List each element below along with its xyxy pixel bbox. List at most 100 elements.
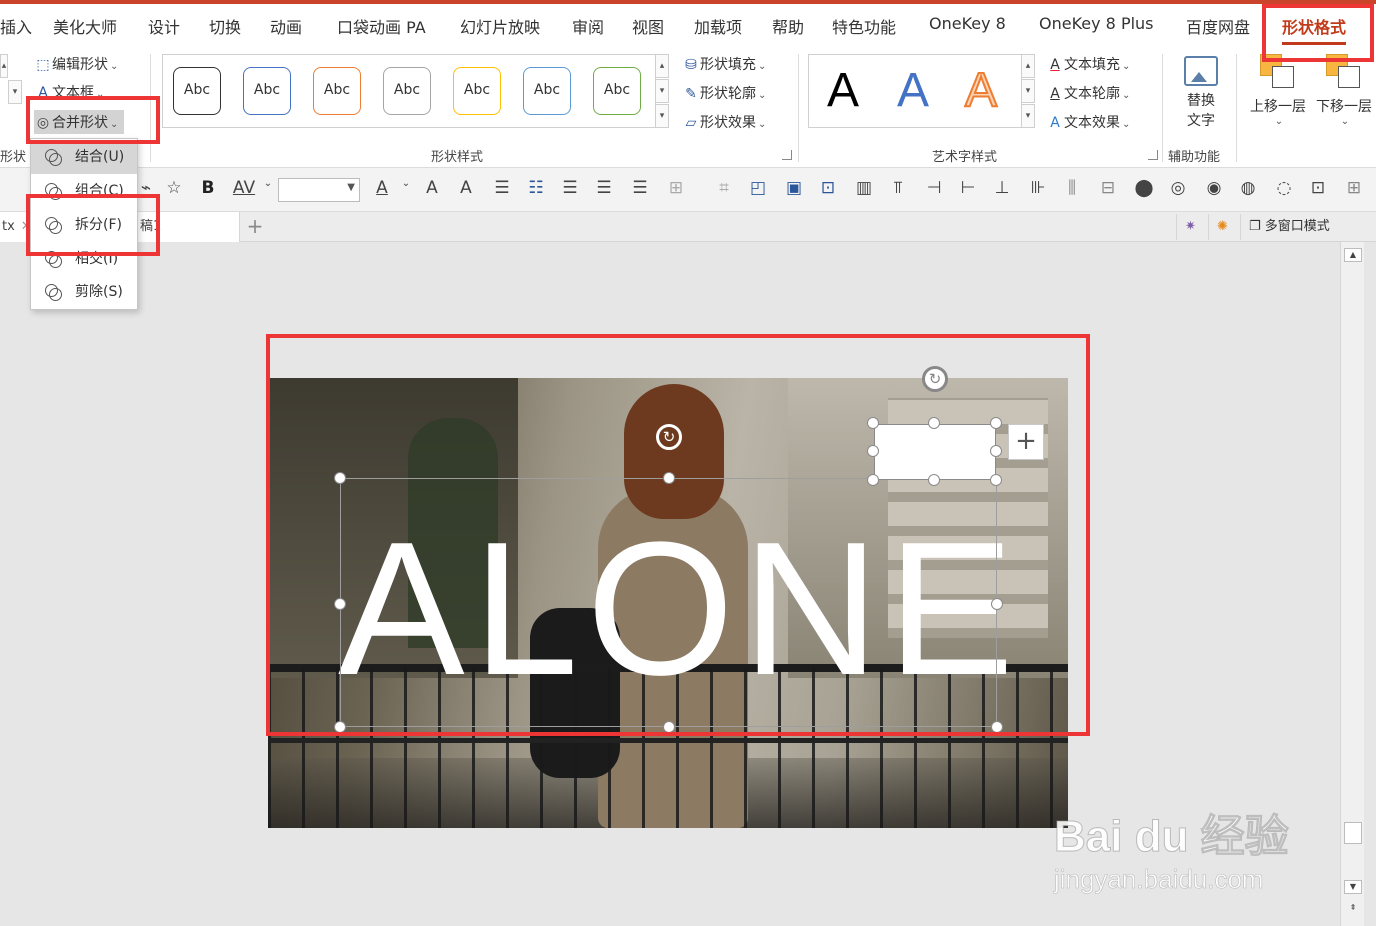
tab-baidu-netdisk[interactable]: 百度网盘 (1186, 14, 1250, 38)
multi-window-button[interactable]: ❐ 多窗口模式 (1240, 214, 1338, 240)
magic-icon[interactable]: ✷ (1176, 214, 1204, 240)
send-backward-button[interactable]: 下移一层 ⌄ (1312, 54, 1376, 138)
align-left-icon[interactable]: ☰ (592, 178, 616, 198)
wordart-dialog-launcher[interactable] (1148, 150, 1158, 160)
document-tab-bar: tx ✕ 稿1 + ✷ ✺ ❐ 多窗口模式 (0, 212, 1376, 242)
shape-fill-button[interactable]: ⛁ 形状填充 ⌄ (682, 54, 766, 74)
chevron-down-icon: ⌄ (1274, 116, 1284, 127)
ribbon-separator (1162, 54, 1163, 162)
ungroup-icon[interactable]: ⊞ (1342, 178, 1366, 198)
wordart-gallery: A A A (808, 54, 1022, 128)
font-size-select[interactable]: ▼ (278, 178, 360, 202)
shape-style-swatch[interactable]: Abc (383, 67, 431, 115)
menu-item-subtract[interactable]: 剪除(S) (31, 276, 137, 309)
shape-insert-icon[interactable]: ◰ (746, 178, 770, 198)
tab-onekey-8-plus[interactable]: OneKey 8 Plus (1039, 14, 1154, 33)
styles-scroll-down[interactable]: ▾ (655, 79, 669, 103)
shape-fill-label: 形状填充 (700, 57, 756, 73)
wordart-more[interactable]: ▾ (1021, 104, 1035, 128)
shape-styles-dialog-launcher[interactable] (782, 150, 792, 160)
subtract-icon[interactable]: ◌ (1272, 178, 1296, 198)
shape-style-swatch[interactable]: Abc (313, 67, 361, 115)
shape-style-swatch[interactable]: Abc (243, 67, 291, 115)
text-frame-icon[interactable]: ▣ (782, 178, 806, 198)
shape-effects-button[interactable]: ▱ 形状效果 ⌄ (682, 112, 767, 132)
align-top-icon[interactable]: ⫪ (886, 178, 910, 198)
tab-slide-show[interactable]: 幻灯片放映 (460, 14, 540, 38)
prev-slide-button[interactable]: ⇞ (1344, 902, 1362, 916)
fragment-icon[interactable]: ◉ (1202, 178, 1226, 198)
edit-shape-button[interactable]: ⬚ 编辑形状 ⌄ (34, 54, 118, 74)
union-icon[interactable]: ⬤ (1132, 178, 1156, 198)
star-icon[interactable]: ☆ (162, 178, 186, 198)
bold-button[interactable]: B (196, 178, 220, 198)
distribute-vertical-icon[interactable]: ☷ (524, 178, 548, 198)
fit-text-icon[interactable]: ⊡ (816, 178, 840, 198)
bring-forward-button[interactable]: 上移一层 ⌄ (1246, 54, 1310, 138)
shrink-font-button[interactable]: A (454, 178, 478, 198)
grow-font-button[interactable]: A (420, 178, 444, 198)
group-icon[interactable]: ⊡ (1306, 178, 1330, 198)
align-left-edge-icon[interactable]: ⊢ (956, 178, 980, 198)
align-center-h-icon[interactable]: ⊪ (1026, 178, 1050, 198)
vertical-scrollbar[interactable]: ▲ ▼ ⇞ (1340, 242, 1364, 926)
scroll-up-button[interactable]: ▲ (1344, 248, 1362, 262)
shape-style-swatch[interactable]: Abc (523, 67, 571, 115)
shapes-gallery-scroll-down[interactable]: ▾ (8, 80, 22, 104)
tab-animations[interactable]: 动画 (270, 14, 302, 38)
align-center-icon[interactable]: ☰ (490, 178, 514, 198)
gear-icon[interactable]: ✺ (1208, 214, 1236, 240)
chart-icon[interactable]: ▥ (852, 178, 876, 198)
bring-forward-label: 上移一层 (1250, 99, 1306, 115)
scroll-thumb[interactable] (1344, 822, 1362, 844)
distribute-h-icon[interactable]: ⫼ (1060, 178, 1084, 198)
shape-style-swatch[interactable]: Abc (593, 67, 641, 115)
styles-more[interactable]: ▾ (655, 104, 669, 128)
tab-review[interactable]: 审阅 (572, 14, 604, 38)
tab-add-ins[interactable]: 加载项 (694, 14, 742, 38)
chevron-down-icon[interactable]: ⌄ (394, 178, 418, 189)
shapes-gallery-scroll-up[interactable]: ▴ (0, 54, 8, 78)
text-outline-button[interactable]: A 文本轮廓 ⌄ (1046, 83, 1130, 103)
tab-view[interactable]: 视图 (632, 14, 664, 38)
align-right-icon[interactable]: ☰ (628, 178, 652, 198)
edit-shape-label: 编辑形状 (52, 57, 108, 73)
alt-text-button[interactable]: 替换 文字 (1178, 56, 1224, 136)
justify-icon[interactable]: ☰ (558, 178, 582, 198)
font-color-button[interactable]: A (370, 178, 394, 198)
text-effects-label: 文本效果 (1064, 115, 1120, 131)
annotation-highlight-merge-shapes (26, 96, 160, 144)
new-tab-button[interactable]: + (244, 216, 266, 238)
shape-outline-button[interactable]: ✎ 形状轮廓 ⌄ (682, 83, 766, 103)
wordart-sample-orange[interactable]: A (964, 61, 998, 121)
combine-icon[interactable]: ◎ (1166, 178, 1190, 198)
menu-item-union[interactable]: 结合(U) (31, 141, 137, 174)
wordart-sample-blue[interactable]: A (897, 61, 929, 121)
text-outline-icon: A (1050, 86, 1060, 102)
distribute-v-icon[interactable]: ⊟ (1096, 178, 1120, 198)
shape-style-swatch[interactable]: Abc (453, 67, 501, 115)
wordart-scroll-up[interactable]: ▴ (1021, 54, 1035, 78)
table-icon[interactable]: ⊞ (664, 178, 688, 198)
tab-pocket-animation[interactable]: 口袋动画 PA (337, 14, 426, 38)
text-effects-button[interactable]: A 文本效果 ⌄ (1046, 112, 1130, 132)
align-middle-icon[interactable]: ⊥ (990, 178, 1014, 198)
wordart-scroll-down[interactable]: ▾ (1021, 79, 1035, 103)
intersect-icon[interactable]: ◍ (1236, 178, 1260, 198)
chevron-down-icon[interactable]: ⌄ (256, 178, 280, 189)
crop-icon[interactable]: ⌗ (712, 178, 736, 198)
tab-beautify-master[interactable]: 美化大师 (53, 14, 117, 38)
text-fill-button[interactable]: A 文本填充 ⌄ (1046, 54, 1130, 74)
text-outline-label: 文本轮廓 (1064, 86, 1120, 102)
align-right-edge-icon[interactable]: ⊣ (922, 178, 946, 198)
tab-design[interactable]: 设计 (148, 14, 180, 38)
tab-insert[interactable]: 插入 (0, 14, 32, 38)
tab-special-features[interactable]: 特色功能 (832, 14, 896, 38)
tab-help[interactable]: 帮助 (772, 14, 804, 38)
tab-transitions[interactable]: 切换 (209, 14, 241, 38)
styles-scroll-up[interactable]: ▴ (655, 54, 669, 78)
tab-onekey-8[interactable]: OneKey 8 (929, 14, 1006, 33)
scroll-down-button[interactable]: ▼ (1344, 880, 1362, 894)
shape-style-swatch[interactable]: Abc (173, 67, 221, 115)
wordart-sample-black[interactable]: A (827, 61, 859, 121)
